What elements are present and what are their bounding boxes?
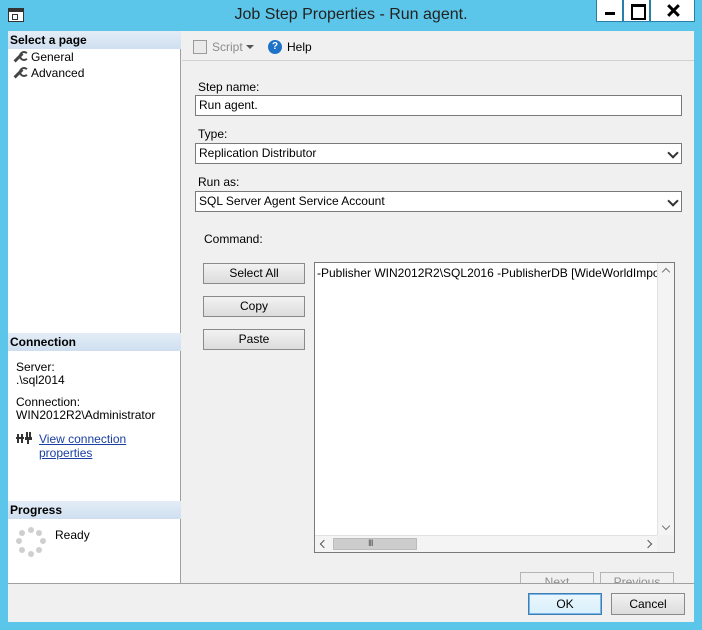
toolbar: Script ? Help: [182, 31, 694, 61]
help-icon: ?: [268, 40, 282, 54]
script-button[interactable]: Script: [193, 39, 243, 55]
dialog-client-area: Select a page General Advanced Connectio…: [8, 31, 694, 622]
help-button[interactable]: ? Help: [268, 39, 312, 55]
connection-properties-icon: [16, 432, 32, 444]
command-textarea[interactable]: -Publisher WIN2012R2\SQL2016 -PublisherD…: [314, 262, 675, 553]
run-as-label: Run as:: [198, 175, 240, 189]
page-item-advanced[interactable]: Advanced: [13, 65, 84, 81]
title-bar: Job Step Properties - Run agent.: [0, 0, 702, 30]
scroll-right-icon[interactable]: [642, 536, 658, 552]
scrollbar-corner: [657, 535, 674, 552]
script-icon: [193, 40, 207, 54]
horizontal-scroll-thumb[interactable]: [333, 538, 417, 550]
select-a-page-header: Select a page: [8, 31, 181, 49]
page-item-label: General: [31, 50, 74, 64]
dialog-button-bar: OK Cancel: [8, 583, 694, 622]
paste-button[interactable]: Paste: [203, 329, 305, 350]
progress-status: Ready: [55, 528, 90, 542]
job-step-properties-window: Job Step Properties - Run agent. Select …: [0, 0, 702, 630]
vertical-scrollbar[interactable]: [657, 263, 674, 536]
script-dropdown-arrow-icon[interactable]: [246, 45, 254, 49]
help-label: Help: [287, 40, 312, 54]
scroll-up-icon[interactable]: [658, 263, 674, 279]
ok-button[interactable]: OK: [528, 593, 602, 615]
wrench-icon: [13, 67, 29, 79]
script-label: Script: [212, 40, 243, 54]
select-all-button[interactable]: Select All: [203, 263, 305, 284]
general-page-form: Step name: Run agent. Type: Replication …: [182, 62, 694, 593]
connection-label: Connection:: [16, 395, 81, 409]
run-as-select[interactable]: SQL Server Agent Service Account: [195, 191, 682, 212]
page-item-general[interactable]: General: [13, 49, 74, 65]
connection-header: Connection: [8, 333, 181, 351]
step-name-input[interactable]: Run agent.: [195, 95, 682, 116]
type-select[interactable]: Replication Distributor: [195, 143, 682, 164]
connection-value: WIN2012R2\Administrator: [16, 408, 156, 422]
server-label: Server:: [16, 360, 55, 374]
type-label: Type:: [198, 127, 228, 141]
view-connection-properties-link[interactable]: View connection properties: [39, 432, 180, 460]
horizontal-scrollbar[interactable]: [315, 535, 658, 552]
progress-header: Progress: [8, 501, 181, 519]
page-selector-pane: Select a page General Advanced Connectio…: [8, 31, 181, 583]
step-name-label: Step name:: [198, 80, 260, 94]
command-label: Command:: [204, 232, 263, 246]
page-item-label: Advanced: [31, 66, 85, 80]
copy-button[interactable]: Copy: [203, 296, 305, 317]
command-text: -Publisher WIN2012R2\SQL2016 -PublisherD…: [317, 266, 675, 280]
progress-spinner-icon: [16, 527, 46, 557]
close-button[interactable]: [650, 0, 695, 22]
server-value: .\sql2014: [16, 373, 65, 387]
wrench-icon: [13, 51, 29, 63]
minimize-button[interactable]: [596, 0, 623, 22]
cancel-button[interactable]: Cancel: [611, 593, 685, 615]
scroll-left-icon[interactable]: [315, 536, 331, 552]
scroll-down-icon[interactable]: [658, 520, 674, 536]
maximize-button[interactable]: [623, 0, 650, 22]
